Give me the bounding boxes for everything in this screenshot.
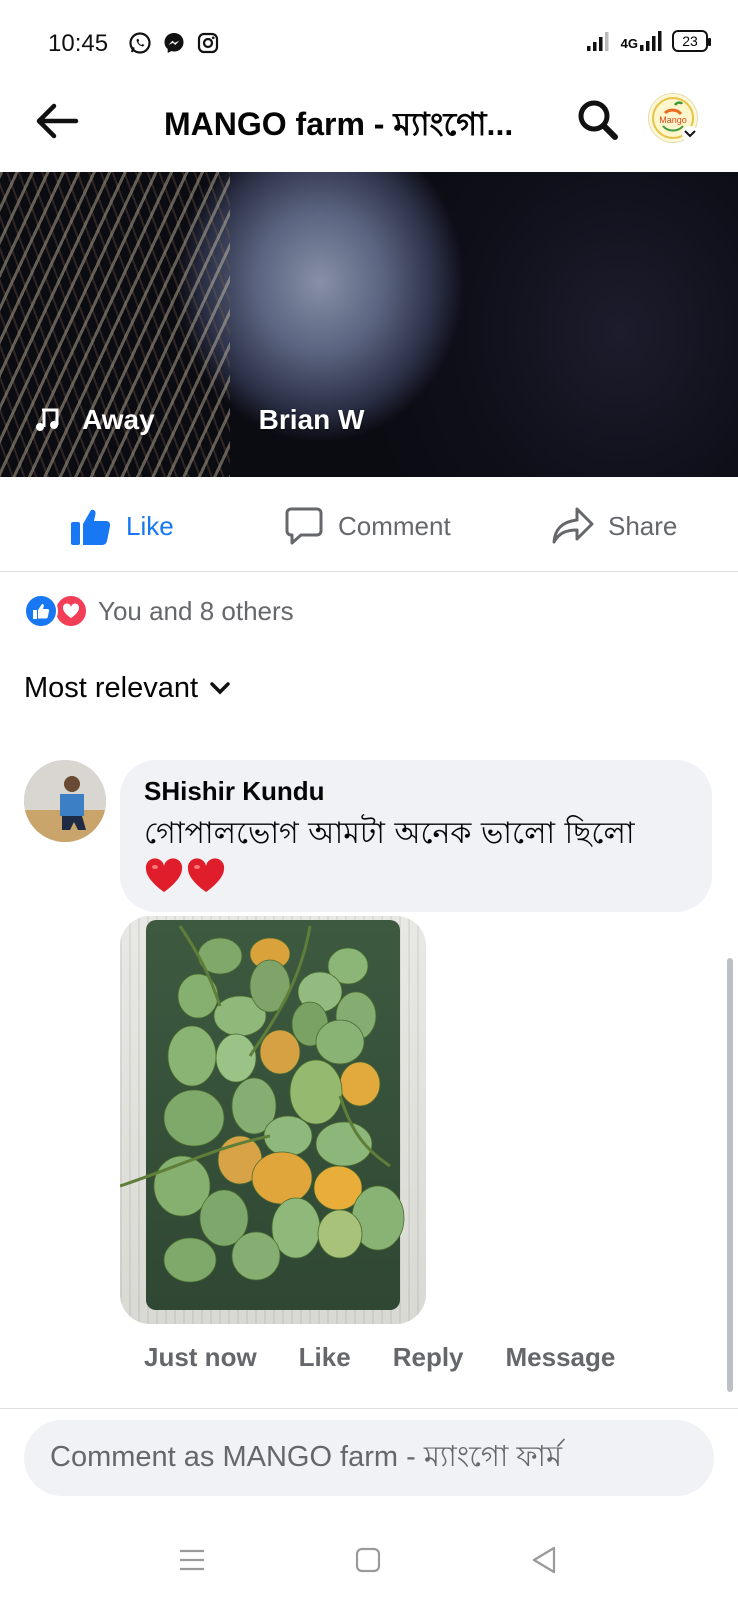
battery-indicator: 23 bbox=[672, 30, 711, 52]
search-button[interactable] bbox=[572, 94, 624, 146]
share-button[interactable]: Share bbox=[552, 506, 677, 546]
system-navigation-bar bbox=[0, 1520, 738, 1600]
home-button[interactable] bbox=[342, 1534, 394, 1586]
music-attribution[interactable]: Away Brian W bbox=[34, 404, 364, 436]
square-icon bbox=[355, 1547, 381, 1573]
sort-label: Most relevant bbox=[24, 672, 199, 704]
whatsapp-icon bbox=[129, 32, 151, 54]
person-photo bbox=[24, 760, 106, 842]
mangoes-illustration bbox=[120, 925, 405, 1283]
reactions-summary[interactable]: You and 8 others bbox=[24, 594, 294, 628]
comment-message-button[interactable]: Message bbox=[506, 1342, 616, 1373]
menu-icon bbox=[180, 1549, 204, 1571]
song-title: Away bbox=[82, 404, 155, 435]
comment-timestamp: Just now bbox=[144, 1342, 257, 1372]
back-arrow-icon bbox=[36, 103, 79, 139]
comment-like-button[interactable]: Like bbox=[299, 1342, 351, 1373]
like-button[interactable]: Like bbox=[70, 506, 174, 546]
instagram-icon bbox=[197, 32, 219, 54]
status-time: 10:45 bbox=[48, 30, 109, 57]
status-bar: 10:45 4G 23 bbox=[0, 0, 738, 80]
love-reaction-icon bbox=[54, 594, 88, 628]
page-title: MANGO farm - ম্যাংগো... bbox=[164, 106, 514, 142]
share-label: Share bbox=[608, 510, 678, 541]
comment-input[interactable]: Comment as MANGO farm - ম্যাংগো ফার্ম bbox=[24, 1420, 714, 1496]
share-arrow-icon bbox=[552, 507, 594, 544]
comment-bubble-icon bbox=[285, 507, 323, 545]
commenter-name[interactable]: SHishir Kundu bbox=[144, 776, 688, 807]
back-button[interactable] bbox=[30, 94, 84, 148]
logo-text: Mango bbox=[659, 115, 687, 125]
music-note-icon bbox=[36, 408, 59, 431]
reactions-count-text: You and 8 others bbox=[98, 595, 294, 626]
comment-sort-dropdown[interactable]: Most relevant bbox=[24, 672, 230, 705]
recent-apps-button[interactable] bbox=[166, 1534, 218, 1586]
composer-divider bbox=[0, 1408, 738, 1409]
commenter-avatar[interactable] bbox=[24, 760, 106, 842]
signal-icon bbox=[640, 31, 662, 51]
page-header: MANGO farm - ম্যাংগো... Mango bbox=[0, 80, 738, 172]
signal-icon bbox=[586, 32, 609, 51]
comment-label: Comment bbox=[338, 510, 451, 541]
song-artist: Brian W bbox=[258, 404, 365, 435]
like-reaction-icon bbox=[24, 594, 58, 628]
comment-actions: Just now Like Reply Message bbox=[144, 1342, 615, 1373]
comment-photo-mangoes[interactable] bbox=[120, 916, 426, 1324]
messenger-icon bbox=[164, 33, 184, 53]
comment-text: গোপালভোগ আমটা অনেক ভালো ছিলো bbox=[144, 816, 635, 851]
system-status: 4G 23 bbox=[586, 30, 711, 52]
chevron-down-icon bbox=[210, 681, 230, 694]
comment-emoji bbox=[144, 858, 226, 894]
post-action-bar: Like Comment Share bbox=[0, 478, 738, 572]
thumbs-up-icon bbox=[71, 509, 111, 545]
chevron-down-icon[interactable] bbox=[682, 126, 698, 142]
comment-bubble[interactable]: SHishir Kundu গোপালভোগ আমটা অনেক ভালো ছি… bbox=[120, 760, 712, 912]
red-heart-icon bbox=[187, 858, 225, 892]
post-video[interactable]: Away Brian W bbox=[0, 172, 738, 477]
like-label: Like bbox=[126, 510, 174, 541]
triangle-back-icon bbox=[532, 1546, 556, 1574]
network-type: 4G bbox=[621, 31, 662, 51]
search-icon bbox=[578, 100, 618, 140]
system-back-button[interactable] bbox=[518, 1534, 570, 1586]
red-heart-icon bbox=[145, 858, 183, 892]
comment-reply-button[interactable]: Reply bbox=[393, 1342, 464, 1373]
comment-button[interactable]: Comment bbox=[284, 506, 451, 546]
notification-icons bbox=[128, 31, 220, 55]
scrollbar[interactable] bbox=[727, 958, 733, 1392]
